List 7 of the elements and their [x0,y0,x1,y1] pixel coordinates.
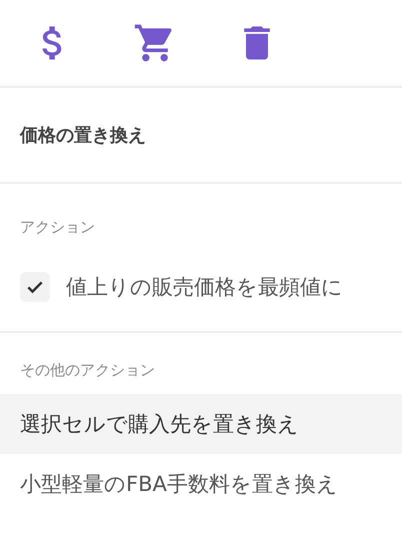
menu-item[interactable]: 小型軽量のFBA手数料を置き換え [0,454,402,514]
checkbox-label: 値上りの販売価格を最頻値に [66,274,343,301]
checkbox[interactable] [20,272,50,302]
menu-item[interactable]: 選択セルで購入先を置き換え [0,394,402,454]
section-title: 価格の置き換え [20,124,146,147]
section-heading: その他のアクション [19,361,156,380]
section-heading: アクション [20,218,96,237]
